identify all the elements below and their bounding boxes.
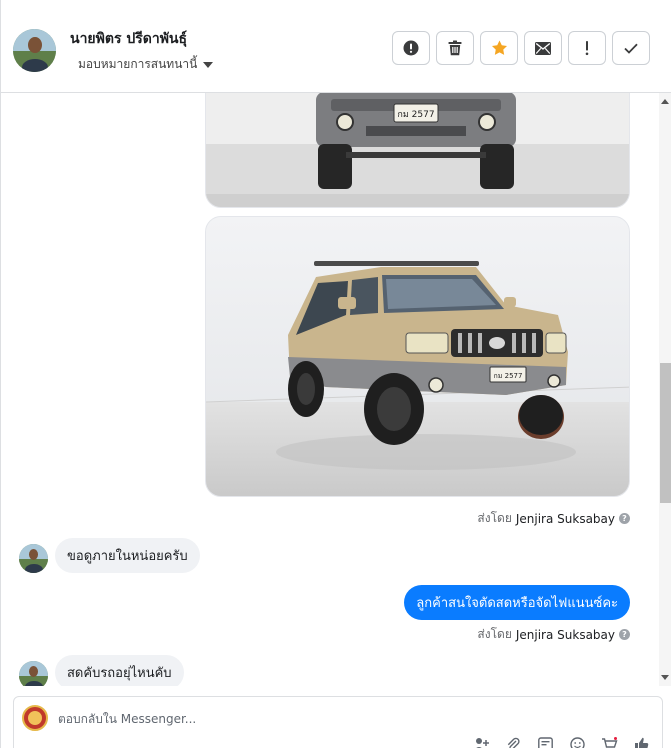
composer-toolbar — [472, 736, 650, 748]
license-plate: กม 2577 — [397, 110, 434, 120]
license-plate: กม 2577 — [494, 372, 523, 380]
contact-avatar[interactable] — [13, 29, 56, 72]
contact-avatar — [19, 661, 48, 686]
envelope-icon — [535, 41, 551, 55]
star-button[interactable] — [480, 31, 518, 65]
car-photo-three-quarter: กม 2577 — [206, 217, 629, 496]
scrollbar-thumb[interactable] — [660, 363, 671, 503]
sent-by-prefix: ส่งโดย — [477, 511, 512, 525]
incoming-message[interactable]: สดคับรถอยุ่ไหนคับ — [55, 655, 184, 686]
star-icon — [491, 40, 507, 55]
info-icon[interactable]: ? — [619, 513, 630, 524]
add-person-icon[interactable] — [472, 737, 490, 748]
reply-composer — [13, 696, 663, 748]
like-icon[interactable] — [632, 737, 650, 748]
mark-unread-button[interactable] — [524, 31, 562, 65]
alert-circle-icon — [403, 40, 419, 56]
reply-input[interactable] — [58, 709, 478, 729]
inbox-conversation-panel: นายพิตร ปรีดาพันธุ์ มอบหมายการสนทนานี้ ก… — [0, 0, 671, 748]
conversation-actions — [392, 31, 650, 65]
exclamation-icon — [585, 41, 589, 56]
sent-by-label: ส่งโดย Jenjira Suksabay ? — [477, 625, 630, 644]
emoji-icon[interactable] — [568, 736, 586, 748]
incoming-message[interactable]: ขอดูภายในหน่อยครับ — [55, 538, 200, 573]
outgoing-message[interactable]: ลูกค้าสนใจตัดสดหรือจัดไฟแนนซ์คะ — [404, 585, 630, 620]
scroll-down-arrow-icon[interactable] — [661, 675, 669, 680]
mark-done-button[interactable] — [612, 31, 650, 65]
contact-avatar — [19, 544, 48, 573]
page-avatar — [22, 705, 48, 731]
shop-icon[interactable] — [600, 736, 618, 748]
sender-name: Jenjira Suksabay — [515, 511, 615, 526]
conversation-header: นายพิตร ปรีดาพันธุ์ มอบหมายการสนทนานี้ — [1, 0, 671, 93]
attachment-icon[interactable] — [504, 737, 522, 748]
report-spam-button[interactable] — [392, 31, 430, 65]
saved-reply-icon[interactable] — [536, 737, 554, 748]
contact-name[interactable]: นายพิตร ปรีดาพันธุ์ — [70, 28, 187, 50]
scrollbar[interactable] — [659, 93, 671, 686]
sender-name: Jenjira Suksabay — [515, 627, 615, 642]
attachment-image[interactable]: กม 2577 — [205, 216, 630, 497]
check-icon — [624, 43, 638, 54]
scroll-up-arrow-icon[interactable] — [661, 99, 669, 104]
sent-by-label: ส่งโดย Jenjira Suksabay ? — [477, 509, 630, 528]
assign-label: มอบหมายการสนทนานี้ — [78, 57, 198, 71]
info-icon[interactable]: ? — [619, 629, 630, 640]
assign-conversation-dropdown[interactable]: มอบหมายการสนทนานี้ — [78, 55, 214, 74]
attachment-image[interactable]: กม 2577 — [205, 93, 630, 208]
trash-icon — [448, 40, 462, 56]
car-photo-front: กม 2577 — [206, 93, 629, 207]
message-thread[interactable]: กม 2577 กม 2577 ส่งโดย Jenjira Suksabay … — [1, 93, 671, 686]
sent-by-prefix: ส่งโดย — [477, 627, 512, 641]
delete-button[interactable] — [436, 31, 474, 65]
caret-down-icon — [203, 61, 214, 68]
mark-important-button[interactable] — [568, 31, 606, 65]
